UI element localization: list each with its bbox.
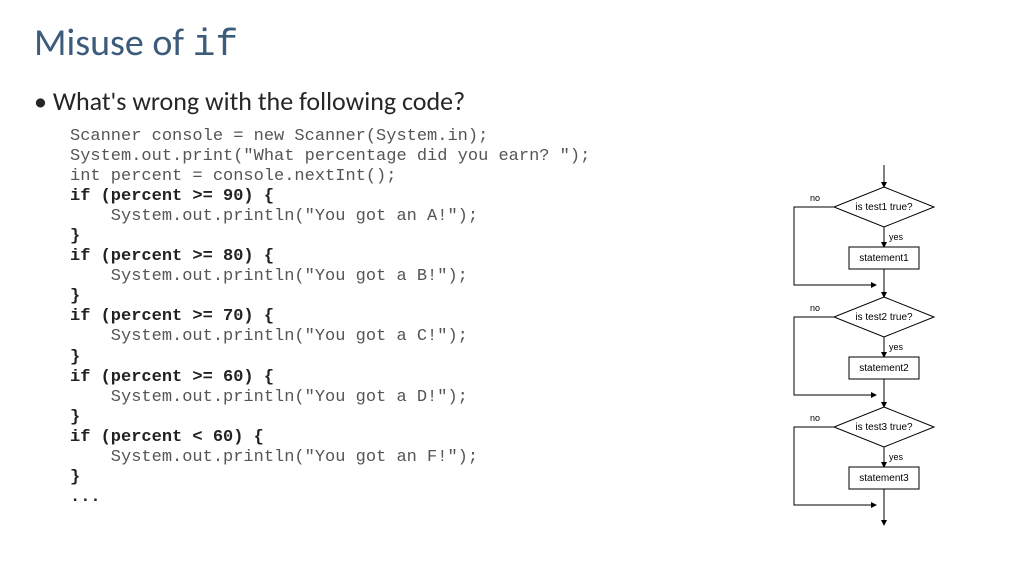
flow-test1: is test1 true?	[855, 202, 913, 213]
flow-stmt1: statement1	[859, 253, 909, 264]
flow-test2: is test2 true?	[855, 312, 913, 323]
title-mono: if	[193, 24, 239, 67]
slide-title: Misuse of if	[34, 20, 990, 67]
title-prefix: Misuse of	[34, 20, 193, 66]
code-line: }	[70, 348, 80, 367]
flow-stmt2: statement2	[859, 363, 909, 374]
code-line: }	[70, 287, 80, 306]
code-line: if (percent < 60) {	[70, 428, 264, 447]
code-line: System.out.println("You got a C!");	[70, 327, 468, 346]
code-line: }	[70, 468, 80, 487]
code-line: System.out.println("You got an A!");	[70, 207, 478, 226]
code-line: int percent = console.nextInt();	[70, 167, 396, 186]
flow-yes: yes	[889, 232, 904, 242]
code-line: if (percent >= 90) {	[70, 187, 274, 206]
code-line: System.out.println("You got a B!");	[70, 267, 468, 286]
code-line: System.out.println("You got an F!");	[70, 448, 478, 467]
code-line: if (percent >= 60) {	[70, 368, 274, 387]
code-line: if (percent >= 80) {	[70, 247, 274, 266]
bullet-question: What's wrong with the following code?	[34, 85, 990, 117]
flow-yes: yes	[889, 342, 904, 352]
flow-stmt3: statement3	[859, 473, 909, 484]
code-line: System.out.print("What percentage did yo…	[70, 147, 590, 166]
flow-test3: is test3 true?	[855, 422, 913, 433]
code-line: }	[70, 408, 80, 427]
code-line: Scanner console = new Scanner(System.in)…	[70, 127, 488, 146]
flow-no: no	[810, 303, 820, 313]
flowchart: is test1 true? no yes statement1 is test…	[724, 165, 984, 545]
flow-no: no	[810, 193, 820, 203]
flow-yes: yes	[889, 452, 904, 462]
code-line: System.out.println("You got a D!");	[70, 388, 468, 407]
code-line: ...	[70, 488, 101, 507]
code-line: }	[70, 227, 80, 246]
flow-no: no	[810, 413, 820, 423]
code-line: if (percent >= 70) {	[70, 307, 274, 326]
